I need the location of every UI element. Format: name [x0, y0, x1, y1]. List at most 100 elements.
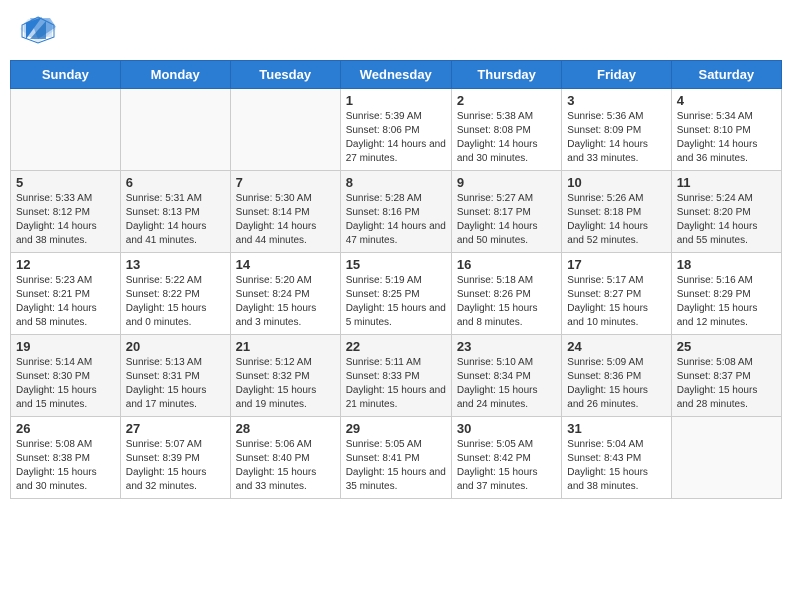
- calendar-cell: 1 Sunrise: 5:39 AM Sunset: 8:06 PM Daylig…: [340, 89, 451, 171]
- calendar-cell: [120, 89, 230, 171]
- day-info: Sunrise: 5:13 AM Sunset: 8:31 PM Dayligh…: [126, 356, 225, 412]
- day-number: 25: [677, 339, 776, 354]
- calendar-cell: 25 Sunrise: 5:08 AM Sunset: 8:37 PM Dayli…: [671, 335, 781, 417]
- day-number: 12: [16, 257, 115, 272]
- day-info: Sunrise: 5:38 AM Sunset: 8:08 PM Dayligh…: [457, 110, 556, 166]
- calendar-week-row: 19 Sunrise: 5:14 AM Sunset: 8:30 PM Dayli…: [11, 335, 782, 417]
- day-number: 24: [567, 339, 665, 354]
- day-info: Sunrise: 5:05 AM Sunset: 8:41 PM Dayligh…: [346, 438, 446, 494]
- calendar-cell: 16 Sunrise: 5:18 AM Sunset: 8:26 PM Dayli…: [451, 253, 561, 335]
- calendar-cell: [230, 89, 340, 171]
- day-info: Sunrise: 5:09 AM Sunset: 8:36 PM Dayligh…: [567, 356, 665, 412]
- day-number: 11: [677, 175, 776, 190]
- calendar-cell: 9 Sunrise: 5:27 AM Sunset: 8:17 PM Daylig…: [451, 171, 561, 253]
- calendar-cell: 17 Sunrise: 5:17 AM Sunset: 8:27 PM Dayli…: [562, 253, 671, 335]
- calendar-cell: 29 Sunrise: 5:05 AM Sunset: 8:41 PM Dayli…: [340, 417, 451, 499]
- day-number: 23: [457, 339, 556, 354]
- day-info: Sunrise: 5:06 AM Sunset: 8:40 PM Dayligh…: [236, 438, 335, 494]
- day-number: 6: [126, 175, 225, 190]
- day-of-week-header: Thursday: [451, 61, 561, 89]
- day-info: Sunrise: 5:30 AM Sunset: 8:14 PM Dayligh…: [236, 192, 335, 248]
- day-info: Sunrise: 5:22 AM Sunset: 8:22 PM Dayligh…: [126, 274, 225, 330]
- day-number: 16: [457, 257, 556, 272]
- calendar-header-row: SundayMondayTuesdayWednesdayThursdayFrid…: [11, 61, 782, 89]
- day-number: 3: [567, 93, 665, 108]
- day-number: 14: [236, 257, 335, 272]
- day-info: Sunrise: 5:12 AM Sunset: 8:32 PM Dayligh…: [236, 356, 335, 412]
- day-number: 19: [16, 339, 115, 354]
- calendar-cell: 18 Sunrise: 5:16 AM Sunset: 8:29 PM Dayli…: [671, 253, 781, 335]
- calendar-cell: [11, 89, 121, 171]
- calendar-cell: 11 Sunrise: 5:24 AM Sunset: 8:20 PM Dayli…: [671, 171, 781, 253]
- day-number: 15: [346, 257, 446, 272]
- day-info: Sunrise: 5:27 AM Sunset: 8:17 PM Dayligh…: [457, 192, 556, 248]
- day-number: 17: [567, 257, 665, 272]
- calendar-cell: 24 Sunrise: 5:09 AM Sunset: 8:36 PM Dayli…: [562, 335, 671, 417]
- day-number: 8: [346, 175, 446, 190]
- calendar-week-row: 12 Sunrise: 5:23 AM Sunset: 8:21 PM Dayli…: [11, 253, 782, 335]
- calendar-cell: 15 Sunrise: 5:19 AM Sunset: 8:25 PM Dayli…: [340, 253, 451, 335]
- day-info: Sunrise: 5:19 AM Sunset: 8:25 PM Dayligh…: [346, 274, 446, 330]
- day-info: Sunrise: 5:04 AM Sunset: 8:43 PM Dayligh…: [567, 438, 665, 494]
- day-number: 26: [16, 421, 115, 436]
- day-of-week-header: Sunday: [11, 61, 121, 89]
- day-info: Sunrise: 5:05 AM Sunset: 8:42 PM Dayligh…: [457, 438, 556, 494]
- day-info: Sunrise: 5:17 AM Sunset: 8:27 PM Dayligh…: [567, 274, 665, 330]
- page-header: [10, 10, 782, 50]
- calendar-cell: 2Sunrise: 5:38 AM Sunset: 8:08 PM Daylig…: [451, 89, 561, 171]
- day-number: 4: [677, 93, 776, 108]
- day-info: Sunrise: 5:24 AM Sunset: 8:20 PM Dayligh…: [677, 192, 776, 248]
- day-number: 29: [346, 421, 446, 436]
- calendar-cell: 5 Sunrise: 5:33 AM Sunset: 8:12 PM Daylig…: [11, 171, 121, 253]
- day-info: Sunrise: 5:10 AM Sunset: 8:34 PM Dayligh…: [457, 356, 556, 412]
- logo-icon: [20, 15, 56, 45]
- day-number: 7: [236, 175, 335, 190]
- day-number: 10: [567, 175, 665, 190]
- day-info: Sunrise: 5:18 AM Sunset: 8:26 PM Dayligh…: [457, 274, 556, 330]
- calendar-cell: [671, 417, 781, 499]
- day-number: 21: [236, 339, 335, 354]
- day-of-week-header: Monday: [120, 61, 230, 89]
- calendar-cell: 30 Sunrise: 5:05 AM Sunset: 8:42 PM Dayli…: [451, 417, 561, 499]
- calendar-cell: 6 Sunrise: 5:31 AM Sunset: 8:13 PM Daylig…: [120, 171, 230, 253]
- day-info: Sunrise: 5:33 AM Sunset: 8:12 PM Dayligh…: [16, 192, 115, 248]
- calendar-cell: 14Sunrise: 5:20 AM Sunset: 8:24 PM Dayli…: [230, 253, 340, 335]
- day-number: 30: [457, 421, 556, 436]
- day-number: 31: [567, 421, 665, 436]
- day-of-week-header: Friday: [562, 61, 671, 89]
- calendar-week-row: 26 Sunrise: 5:08 AM Sunset: 8:38 PM Dayli…: [11, 417, 782, 499]
- calendar-cell: 20 Sunrise: 5:13 AM Sunset: 8:31 PM Dayli…: [120, 335, 230, 417]
- day-number: 18: [677, 257, 776, 272]
- calendar-cell: 31 Sunrise: 5:04 AM Sunset: 8:43 PM Dayli…: [562, 417, 671, 499]
- day-info: Sunrise: 5:36 AM Sunset: 8:09 PM Dayligh…: [567, 110, 665, 166]
- day-number: 20: [126, 339, 225, 354]
- calendar-cell: 10Sunrise: 5:26 AM Sunset: 8:18 PM Dayli…: [562, 171, 671, 253]
- day-number: 5: [16, 175, 115, 190]
- day-info: Sunrise: 5:23 AM Sunset: 8:21 PM Dayligh…: [16, 274, 115, 330]
- calendar-week-row: 5 Sunrise: 5:33 AM Sunset: 8:12 PM Daylig…: [11, 171, 782, 253]
- calendar-cell: 23 Sunrise: 5:10 AM Sunset: 8:34 PM Dayli…: [451, 335, 561, 417]
- calendar-cell: 4 Sunrise: 5:34 AM Sunset: 8:10 PM Daylig…: [671, 89, 781, 171]
- day-info: Sunrise: 5:31 AM Sunset: 8:13 PM Dayligh…: [126, 192, 225, 248]
- calendar-cell: 27Sunrise: 5:07 AM Sunset: 8:39 PM Dayli…: [120, 417, 230, 499]
- day-info: Sunrise: 5:16 AM Sunset: 8:29 PM Dayligh…: [677, 274, 776, 330]
- day-info: Sunrise: 5:11 AM Sunset: 8:33 PM Dayligh…: [346, 356, 446, 412]
- day-info: Sunrise: 5:39 AM Sunset: 8:06 PM Dayligh…: [346, 110, 446, 166]
- day-info: Sunrise: 5:08 AM Sunset: 8:37 PM Dayligh…: [677, 356, 776, 412]
- calendar-cell: 28Sunrise: 5:06 AM Sunset: 8:40 PM Dayli…: [230, 417, 340, 499]
- calendar-cell: 8 Sunrise: 5:28 AM Sunset: 8:16 PM Daylig…: [340, 171, 451, 253]
- calendar-cell: 3 Sunrise: 5:36 AM Sunset: 8:09 PM Daylig…: [562, 89, 671, 171]
- calendar-week-row: 1 Sunrise: 5:39 AM Sunset: 8:06 PM Daylig…: [11, 89, 782, 171]
- day-number: 22: [346, 339, 446, 354]
- calendar-cell: 19 Sunrise: 5:14 AM Sunset: 8:30 PM Dayli…: [11, 335, 121, 417]
- day-info: Sunrise: 5:14 AM Sunset: 8:30 PM Dayligh…: [16, 356, 115, 412]
- day-info: Sunrise: 5:08 AM Sunset: 8:38 PM Dayligh…: [16, 438, 115, 494]
- day-number: 9: [457, 175, 556, 190]
- day-info: Sunrise: 5:28 AM Sunset: 8:16 PM Dayligh…: [346, 192, 446, 248]
- day-info: Sunrise: 5:34 AM Sunset: 8:10 PM Dayligh…: [677, 110, 776, 166]
- day-number: 1: [346, 93, 446, 108]
- calendar-table: SundayMondayTuesdayWednesdayThursdayFrid…: [10, 60, 782, 499]
- day-of-week-header: Tuesday: [230, 61, 340, 89]
- logo: [20, 15, 60, 45]
- calendar-cell: 12 Sunrise: 5:23 AM Sunset: 8:21 PM Dayli…: [11, 253, 121, 335]
